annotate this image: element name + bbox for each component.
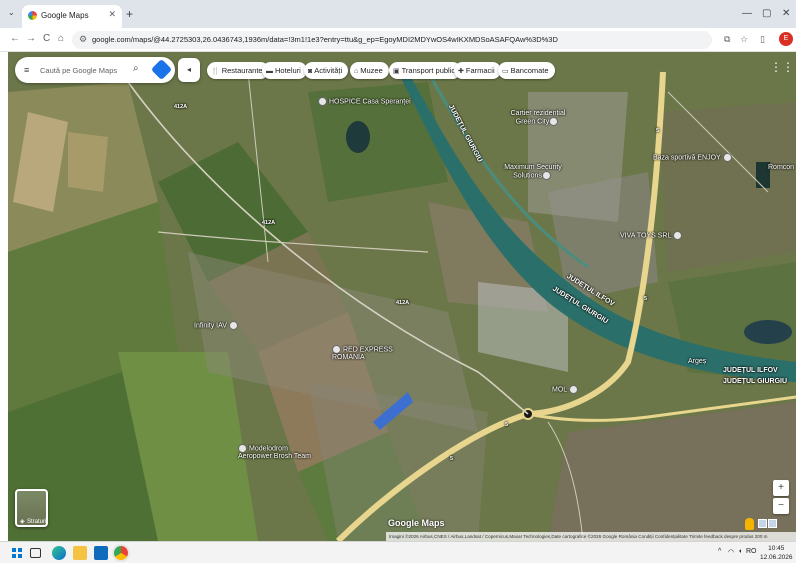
poi-marker[interactable]: Romcon	[768, 164, 794, 171]
zoom-in-button[interactable]: +	[773, 480, 789, 496]
chip-hoteluri[interactable]: ▬ Hoteluri	[262, 62, 307, 79]
file-explorer-icon[interactable]	[73, 546, 87, 560]
satellite-imagery	[8, 52, 796, 541]
maximize-button[interactable]: ▢	[762, 8, 771, 19]
poi-marker[interactable]: MOL	[552, 385, 580, 394]
road-shield: 412A	[174, 104, 188, 110]
layers-button[interactable]: ◈ Straturi	[15, 489, 48, 527]
museum-icon: ⌂	[354, 68, 359, 75]
maps-search-box[interactable]: ≡ Caută pe Google Maps ⌕	[15, 57, 175, 83]
browser-toolbar: ← → C ⌂ ⚙ google.com/maps/@44.2725303,26…	[0, 28, 796, 52]
chip-farmacii[interactable]: ✚ Farmacii	[454, 62, 501, 79]
poi-marker[interactable]: Modelodrom Aeropower Brosh Team	[238, 444, 318, 460]
layers-label: Straturi	[27, 519, 47, 525]
chip-muzee[interactable]: ⌂ Muzee	[350, 62, 389, 79]
google-maps-logo: Google Maps	[388, 518, 445, 528]
map-attribution: Imagini ©2026 Airbus,CNES / Airbus,Lands…	[386, 532, 796, 541]
poi-marker[interactable]: HOSPICE Casa Speranței	[318, 97, 411, 106]
place-pin-icon	[568, 385, 578, 394]
search-icon[interactable]: ⌕	[133, 63, 139, 74]
road-shield: 5	[450, 456, 454, 462]
fork-knife-icon: 🍴	[211, 68, 220, 75]
windows-start-icon[interactable]	[12, 548, 22, 558]
place-pin-icon	[549, 117, 559, 126]
atm-icon: ▭	[502, 68, 509, 75]
new-tab-button[interactable]: +	[126, 7, 133, 21]
minimize-button[interactable]: —	[742, 8, 752, 19]
clock-time: 10:45	[768, 545, 785, 552]
layers-icon: ◈	[20, 519, 25, 525]
back-button[interactable]: ←	[10, 33, 20, 44]
map-thumbnail[interactable]	[758, 519, 767, 528]
clock-date: 12.06.2026	[760, 554, 793, 561]
road-shield: 412A	[262, 220, 276, 226]
forward-button[interactable]: →	[26, 33, 36, 44]
place-pin-icon	[228, 321, 238, 330]
close-window-button[interactable]: ✕	[782, 8, 790, 19]
wifi-icon[interactable]: ◠	[728, 548, 734, 556]
google-apps-icon[interactable]: ⋮⋮	[770, 60, 794, 74]
zoom-out-button[interactable]: −	[773, 498, 789, 514]
task-view-icon[interactable]	[30, 548, 41, 558]
input-language[interactable]: RO	[746, 548, 757, 555]
camera-icon: ◙	[308, 68, 313, 75]
area-label: JUDEȚUL ILFOV	[723, 367, 778, 374]
place-pin-icon	[722, 153, 732, 162]
chrome-icon[interactable]	[114, 546, 128, 560]
profile-avatar[interactable]: E	[779, 32, 793, 46]
address-bar[interactable]: ⚙ google.com/maps/@44.2725303,26.0436743…	[72, 31, 712, 49]
search-input[interactable]: Caută pe Google Maps	[40, 66, 117, 75]
chip-activitati[interactable]: ◙ Activități	[304, 62, 349, 79]
bed-icon: ▬	[266, 68, 273, 75]
road-shield: 412A	[396, 300, 410, 306]
collapse-panel-button[interactable]: ◂	[178, 58, 200, 82]
chip-bancomate[interactable]: ▭ Bancomate	[498, 62, 555, 79]
directions-icon[interactable]	[150, 58, 173, 81]
bus-icon: ▣	[393, 68, 400, 75]
road-shield: 5	[656, 128, 660, 134]
outlook-icon[interactable]	[94, 546, 108, 560]
poi-marker[interactable]: Maximum Security Solutions	[503, 164, 563, 180]
poi-marker[interactable]: Cartier rezidențial Green City	[508, 110, 568, 126]
tray-overflow-icon[interactable]: ^	[718, 548, 721, 555]
google-maps-favicon-icon	[28, 11, 37, 20]
browser-tab-strip: ⌄ Google Maps ✕ + — ▢ ✕	[0, 0, 796, 28]
poi-marker[interactable]: RED EXPRESS ROMANIA	[332, 345, 402, 361]
bookmark-star-icon[interactable]: ☆	[740, 34, 748, 45]
street-view-pegman-icon[interactable]	[745, 518, 754, 530]
tab-title: Google Maps	[41, 11, 89, 20]
chip-transport-public[interactable]: ▣ Transport public	[389, 62, 462, 79]
side-panel-icon[interactable]: ▯	[760, 34, 765, 45]
poi-marker[interactable]: Baza sportivă ENJOY	[653, 153, 734, 162]
site-info-icon[interactable]: ⚙	[79, 34, 87, 45]
install-app-icon[interactable]: ⧉	[724, 34, 730, 45]
place-pin-icon	[318, 97, 327, 106]
home-button[interactable]: ⌂	[58, 33, 64, 44]
windows-taskbar: ^ ◠ ◖ RO 10:45 12.06.2026	[0, 541, 796, 563]
road-shield: 5	[505, 422, 509, 428]
url-text[interactable]: google.com/maps/@44.2725303,26.0436743,1…	[92, 35, 558, 44]
place-pin-icon	[541, 171, 551, 180]
satellite-map[interactable]: JUDEȚUL GIURGIU JUDEȚUL ILFOV JUDEȚUL GI…	[8, 52, 796, 541]
tab-search-button[interactable]: ⌄	[8, 8, 15, 17]
tab-google-maps[interactable]: Google Maps ✕	[22, 5, 122, 28]
menu-icon[interactable]: ≡	[24, 65, 29, 75]
river-label: Argeș	[688, 358, 707, 365]
chip-restaurante[interactable]: 🍴 Restaurante	[207, 62, 269, 79]
place-pin-icon	[673, 231, 683, 240]
edge-icon[interactable]	[52, 546, 66, 560]
taskbar-clock[interactable]: 10:45 12.06.2026	[760, 544, 793, 562]
reload-button[interactable]: C	[43, 33, 50, 44]
pharmacy-icon: ✚	[458, 68, 464, 75]
close-tab-icon[interactable]: ✕	[108, 9, 116, 20]
area-label: JUDEȚUL GIURGIU	[723, 378, 788, 385]
poi-marker[interactable]: VIVA TOYS SRL	[620, 231, 684, 240]
poi-marker[interactable]: Infinity IAV	[194, 321, 240, 330]
place-pin-icon	[238, 444, 247, 453]
road-shield: 5	[644, 296, 648, 302]
place-pin-icon	[332, 345, 341, 354]
map-thumbnail[interactable]	[768, 519, 777, 528]
volume-icon[interactable]: ◖	[738, 548, 742, 555]
